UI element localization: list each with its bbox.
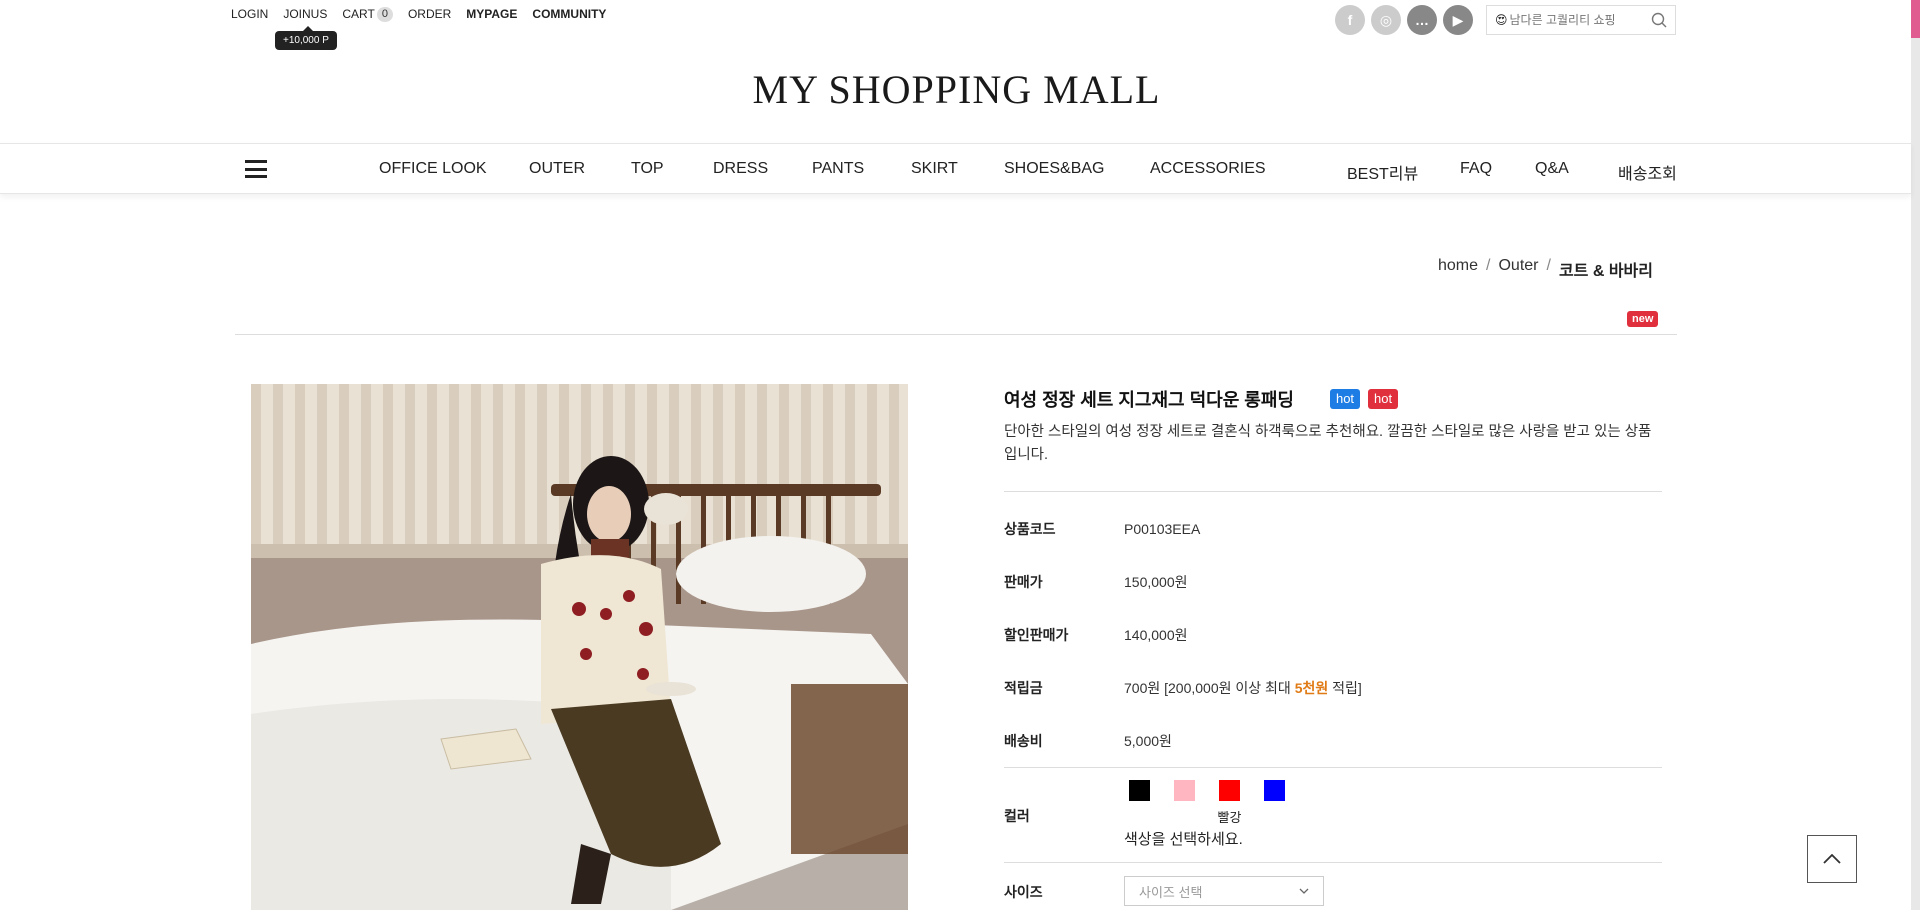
hot-badge: hot — [1329, 389, 1361, 409]
nav-item-office-look[interactable]: OFFICE LOOK — [379, 160, 487, 178]
breadcrumb-separator: / — [1546, 257, 1551, 274]
chevron-down-icon — [1299, 888, 1309, 894]
sale-price-row: 할인판매가 140,000원 — [1004, 608, 1662, 661]
social-links: f ◎ … ▶ — [1335, 5, 1473, 35]
sale-price-label: 할인판매가 — [1004, 626, 1069, 643]
nav-item-pants[interactable]: PANTS — [812, 160, 864, 178]
mileage-row: 적립금 700원 [200,000원 이상 최대 5천원 적립] — [1004, 661, 1662, 714]
product-info: 여성 정장 세트 지그재그 덕다운 롱패딩 hot hot 단아한 스타일의 여… — [1004, 384, 1662, 906]
cart-label: CART — [342, 7, 375, 21]
size-label: 사이즈 — [1004, 884, 1043, 900]
mileage-suffix: 적립] — [1328, 679, 1362, 696]
joinus-link[interactable]: JOINUS — [283, 7, 327, 21]
nav-item-top[interactable]: TOP — [631, 160, 664, 178]
search-icon[interactable] — [1651, 12, 1667, 28]
nav-item-best-review[interactable]: BEST리뷰 — [1347, 160, 1418, 184]
sale-price-value: 140,000원 — [1124, 626, 1188, 643]
product-detail-table: 상품코드 P00103EEA 판매가 150,000원 할인판매가 140,00… — [1004, 491, 1662, 906]
cart-count-badge: 0 — [376, 6, 393, 22]
divider — [235, 334, 1677, 335]
nav-item-delivery-tracking[interactable]: 배송조회 — [1618, 160, 1677, 184]
scrollbar-track — [1911, 38, 1920, 910]
shipping-row: 배송비 5,000원 — [1004, 714, 1662, 767]
nav-item-qna[interactable]: Q&A — [1535, 160, 1569, 178]
size-select-value: 사이즈 선택 — [1139, 884, 1203, 900]
breadcrumb-current[interactable]: 코트 & 바바리 — [1559, 257, 1653, 281]
breadcrumb-home[interactable]: home — [1438, 257, 1478, 281]
breadcrumb-separator: / — [1486, 257, 1491, 274]
menu-icon[interactable] — [245, 160, 267, 178]
nav-item-faq[interactable]: FAQ — [1460, 160, 1492, 178]
color-option-row: 컬러 빨강 색상을 선택하세요. — [1004, 767, 1662, 862]
chevron-up-icon — [1823, 854, 1841, 864]
scrollbar-thumb[interactable] — [1911, 0, 1920, 38]
color-swatch-pink[interactable] — [1174, 780, 1195, 801]
product-title: 여성 정장 세트 지그재그 덕다운 롱패딩 hot hot — [1004, 384, 1662, 414]
shipping-value: 5,000원 — [1124, 732, 1172, 749]
product-image[interactable] — [251, 384, 908, 910]
community-link[interactable]: COMMUNITY — [532, 7, 606, 21]
product-description: 단아한 스타일의 여성 정장 세트로 결혼식 하객룩으로 추천해요. 깔끔한 스… — [1004, 424, 1652, 463]
login-link[interactable]: LOGIN — [231, 7, 268, 21]
size-option-row: 사이즈 사이즈 선택 — [1004, 862, 1662, 906]
mileage-label: 적립금 — [1004, 679, 1043, 696]
price-row: 판매가 150,000원 — [1004, 555, 1662, 608]
nav-item-skirt[interactable]: SKIRT — [911, 160, 958, 178]
mypage-link[interactable]: MYPAGE — [466, 7, 517, 21]
cart-link[interactable]: CART 0 — [342, 6, 393, 22]
color-swatch-blue[interactable] — [1264, 780, 1285, 801]
product-photo — [251, 384, 908, 910]
page-scrollbar[interactable] — [1911, 0, 1920, 910]
join-point-tooltip: +10,000 P — [275, 26, 337, 50]
utility-menu: LOGIN JOINUS CART 0 ORDER MYPAGE COMMUNIT… — [231, 6, 606, 22]
product-code-row: 상품코드 P00103EEA — [1004, 502, 1662, 555]
facebook-icon[interactable]: f — [1335, 5, 1365, 35]
main-nav: OFFICE LOOK OUTER TOP DRESS PANTS SKIRT … — [0, 143, 1911, 194]
nav-item-outer[interactable]: OUTER — [529, 160, 585, 178]
color-swatch-tooltip: 빨강 — [1217, 810, 1242, 825]
nav-item-accessories[interactable]: ACCESSORIES — [1150, 160, 1266, 178]
nav-item-shoes-bag[interactable]: SHOES&BAG — [1004, 160, 1104, 178]
instagram-icon[interactable]: ◎ — [1371, 5, 1401, 35]
product-code-label: 상품코드 — [1004, 520, 1056, 537]
color-swatch-black[interactable] — [1129, 780, 1150, 801]
breadcrumb: home / Outer / 코트 & 바바리 — [1438, 257, 1653, 281]
site-logo[interactable]: MY SHOPPING MALL — [0, 66, 1913, 113]
color-swatch-red[interactable] — [1219, 780, 1240, 801]
mileage-value: 700원 [200,000원 이상 최대 5천원 적립] — [1124, 678, 1362, 698]
shipping-label: 배송비 — [1004, 732, 1043, 749]
nav-item-dress[interactable]: DRESS — [713, 160, 768, 178]
chat-icon[interactable]: … — [1407, 5, 1437, 35]
hot-badge: hot — [1368, 389, 1399, 409]
mileage-prefix: 700원 [200,000원 이상 최대 — [1124, 679, 1295, 696]
mileage-highlight: 5천원 — [1294, 679, 1329, 696]
price-value: 150,000원 — [1124, 573, 1188, 590]
youtube-icon[interactable]: ▶ — [1443, 5, 1473, 35]
product-title-text: 여성 정장 세트 지그재그 덕다운 롱패딩 — [1004, 390, 1294, 410]
breadcrumb-outer[interactable]: Outer — [1498, 257, 1538, 281]
search-input[interactable] — [1509, 13, 1650, 27]
scroll-to-top-button[interactable] — [1807, 835, 1857, 883]
color-label: 컬러 — [1004, 808, 1030, 824]
product-code-value: P00103EEA — [1124, 520, 1201, 537]
color-help-text: 색상을 선택하세요. — [1124, 831, 1243, 848]
new-badge: new — [1627, 311, 1659, 327]
size-select[interactable]: 사이즈 선택 — [1124, 876, 1324, 906]
search-emoji: 😍 — [1495, 13, 1508, 27]
price-label: 판매가 — [1004, 573, 1043, 590]
color-swatches: 빨강 — [1124, 780, 1285, 826]
search-box: 😍 — [1486, 5, 1676, 35]
order-link[interactable]: ORDER — [408, 7, 451, 21]
